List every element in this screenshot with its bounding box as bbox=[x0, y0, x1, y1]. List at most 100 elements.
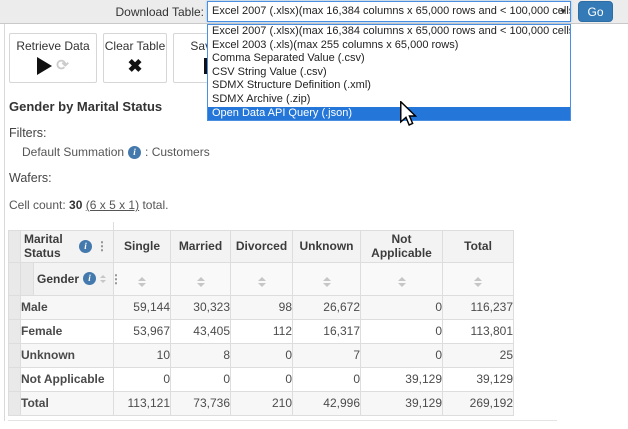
row-dimension-label: Gender bbox=[37, 272, 79, 286]
sort-control-cell[interactable] bbox=[443, 262, 514, 295]
dropdown-option[interactable]: SDMX Archive (.zip) bbox=[208, 93, 570, 107]
cell-count-link[interactable]: (6 x 5 x 1) bbox=[86, 198, 139, 212]
sort-arrows-icon[interactable] bbox=[398, 277, 406, 287]
table-cell: 43,405 bbox=[171, 319, 231, 343]
column-header[interactable]: Divorced bbox=[231, 230, 293, 262]
wafers-label: Wafers: bbox=[9, 171, 52, 185]
table-cell: 8 bbox=[171, 343, 231, 367]
dropdown-option[interactable]: CSV String Value (.csv) bbox=[208, 66, 570, 80]
header-gutter bbox=[21, 262, 34, 295]
table-cell: 30,323 bbox=[171, 295, 231, 319]
table-row: Unknown10807025 bbox=[9, 343, 514, 367]
info-icon[interactable]: i bbox=[79, 240, 92, 253]
dropdown-option[interactable]: Open Data API Query (.json) bbox=[208, 107, 570, 121]
sort-control-cell[interactable] bbox=[114, 262, 171, 295]
download-format-dropdown: Excel 2007 (.xlsx)(max 16,384 columns x … bbox=[207, 24, 571, 121]
kebab-menu-icon[interactable]: ⋮ bbox=[110, 273, 122, 285]
column-header[interactable]: Not Applicable bbox=[361, 230, 443, 262]
table-cell: 0 bbox=[293, 367, 361, 391]
table-cell: 116,237 bbox=[443, 295, 514, 319]
sort-arrows-icon[interactable] bbox=[474, 277, 482, 287]
spacer-cell bbox=[9, 222, 21, 230]
table-cell: 25 bbox=[443, 343, 514, 367]
table-cell: 0 bbox=[361, 295, 443, 319]
table-cell: 39,129 bbox=[443, 367, 514, 391]
row-label: Unknown bbox=[21, 343, 114, 367]
table-cell: 0 bbox=[231, 367, 293, 391]
download-format-select[interactable]: Excel 2007 (.xlsx)(max 16,384 columns x … bbox=[207, 1, 571, 22]
sort-control-cell[interactable] bbox=[361, 262, 443, 295]
sort-arrows-icon[interactable] bbox=[138, 277, 146, 287]
filters-label: Filters: bbox=[9, 126, 47, 140]
column-header[interactable]: Unknown bbox=[293, 230, 361, 262]
table-cell: 73,736 bbox=[171, 391, 231, 415]
table-spacer-row bbox=[9, 222, 514, 230]
sort-control-cell[interactable] bbox=[231, 262, 293, 295]
spacer-cell bbox=[21, 222, 114, 230]
cell-count-value: 30 bbox=[69, 198, 82, 212]
table-cell: 26,672 bbox=[293, 295, 361, 319]
sort-control-cell[interactable] bbox=[293, 262, 361, 295]
info-icon[interactable]: i bbox=[83, 272, 96, 285]
pane-left-border bbox=[4, 24, 5, 421]
table-cell: 59,144 bbox=[114, 295, 171, 319]
row-dimension-row: Gender i ⋮ bbox=[9, 262, 514, 295]
column-header[interactable]: Single bbox=[114, 230, 171, 262]
retrieve-data-icons: ⟳ bbox=[37, 57, 69, 75]
table-cell: 0 bbox=[361, 319, 443, 343]
row-dimension-header[interactable]: Gender i ⋮ bbox=[34, 262, 114, 295]
cell-count-suffix: total. bbox=[142, 198, 168, 212]
kebab-menu-icon[interactable]: ⋮ bbox=[96, 240, 108, 252]
download-table-label: Download Table: bbox=[115, 5, 204, 19]
table-cell: 0 bbox=[114, 367, 171, 391]
download-bar: Download Table: Excel 2007 (.xlsx)(max 1… bbox=[0, 0, 628, 24]
column-header[interactable]: Married bbox=[171, 230, 231, 262]
row-label: Female bbox=[21, 319, 114, 343]
spacer-cell bbox=[114, 222, 514, 230]
table-cell: 112 bbox=[231, 319, 293, 343]
cell-count: Cell count: 30 (6 x 5 x 1) total. bbox=[9, 198, 168, 212]
clear-table-button[interactable]: Clear Table ✖ bbox=[103, 33, 167, 83]
sort-arrows-icon[interactable] bbox=[258, 277, 266, 287]
retrieve-data-label: Retrieve Data bbox=[16, 39, 89, 53]
panel-bottom-border bbox=[8, 420, 557, 421]
row-gutter bbox=[9, 319, 21, 343]
row-gutter bbox=[9, 295, 21, 319]
play-icon bbox=[37, 57, 52, 75]
info-icon[interactable]: i bbox=[128, 146, 141, 159]
page-title: Gender by Marital Status bbox=[9, 99, 162, 114]
sort-control-cell[interactable] bbox=[171, 262, 231, 295]
row-gutter bbox=[9, 391, 21, 415]
table-cell: 0 bbox=[171, 367, 231, 391]
x-icon: ✖ bbox=[127, 57, 142, 75]
table-row: Female53,96743,40511216,3170113,801 bbox=[9, 319, 514, 343]
filter-item: Default Summation i : Customers bbox=[22, 145, 210, 159]
retrieve-data-button[interactable]: Retrieve Data ⟳ bbox=[9, 33, 97, 83]
go-button[interactable]: Go bbox=[578, 1, 613, 22]
sort-arrows-icon[interactable] bbox=[197, 277, 205, 287]
row-gutter bbox=[9, 367, 21, 391]
dropdown-option[interactable]: Excel 2003 (.xls)(max 255 columns x 65,0… bbox=[208, 39, 570, 53]
sort-arrows-icon[interactable] bbox=[100, 275, 106, 283]
clear-table-icons: ✖ bbox=[127, 57, 142, 75]
chevron-down-icon: ▼ bbox=[559, 2, 567, 21]
row-label: Male bbox=[21, 295, 114, 319]
dropdown-option[interactable]: Comma Separated Value (.csv) bbox=[208, 52, 570, 66]
refresh-icon: ⟳ bbox=[56, 58, 69, 74]
row-label: Not Applicable bbox=[21, 367, 114, 391]
table-cell: 39,129 bbox=[361, 367, 443, 391]
column-dimension-label: Marital Status bbox=[24, 232, 75, 260]
clear-table-label: Clear Table bbox=[105, 39, 165, 53]
table-cell: 39,129 bbox=[361, 391, 443, 415]
table-row: Not Applicable000039,12939,129 bbox=[9, 367, 514, 391]
table-cell: 269,192 bbox=[443, 391, 514, 415]
dropdown-option[interactable]: Excel 2007 (.xlsx)(max 16,384 columns x … bbox=[208, 25, 570, 39]
row-gutter bbox=[9, 343, 21, 367]
column-dimension-header[interactable]: Marital Status i ⋮ bbox=[21, 230, 114, 262]
column-header[interactable]: Total bbox=[443, 230, 514, 262]
dropdown-option[interactable]: SDMX Structure Definition (.xml) bbox=[208, 79, 570, 93]
sort-arrows-icon[interactable] bbox=[323, 277, 331, 287]
table-cell: 113,801 bbox=[443, 319, 514, 343]
table-row: Male59,14430,3239826,6720116,237 bbox=[9, 295, 514, 319]
table-cell: 53,967 bbox=[114, 319, 171, 343]
